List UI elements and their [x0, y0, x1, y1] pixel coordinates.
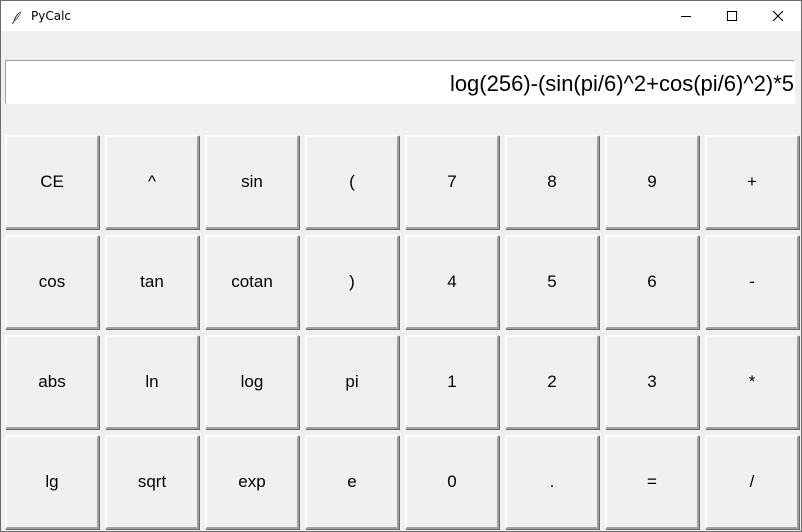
key-cos-button[interactable]: cos	[5, 235, 99, 329]
key-9-button[interactable]: 9	[605, 135, 699, 229]
key-abs-button[interactable]: abs	[5, 335, 99, 429]
key-8-button[interactable]: 8	[505, 135, 599, 229]
key-decimal-point-button[interactable]: .	[505, 435, 599, 529]
key-2-button[interactable]: 2	[505, 335, 599, 429]
expression-text: log(256)-(sin(pi/6)^2+cos(pi/6)^2)*5	[449, 71, 794, 96]
keypad: CE ^ sin(7 8 9 + cos tan cotan) 4 5 6- abs ln log pi 1 2 3…	[5, 135, 801, 531]
maximize-button[interactable]	[709, 1, 755, 31]
key-e-button[interactable]: e	[305, 435, 399, 529]
key-clear-entry-button[interactable]: CE	[5, 135, 99, 229]
key-3-button[interactable]: 3	[605, 335, 699, 429]
key-sqrt-button[interactable]: sqrt	[105, 435, 199, 529]
window-title: PyCalc	[31, 9, 72, 23]
key-pi-button[interactable]: pi	[305, 335, 399, 429]
key-4-button[interactable]: 4	[405, 235, 499, 329]
key-sin-button[interactable]: sin	[205, 135, 299, 229]
key-tan-button[interactable]: tan	[105, 235, 199, 329]
key-open-paren-button[interactable]: (	[305, 135, 399, 229]
key-power-button[interactable]: ^	[105, 135, 199, 229]
key-minus-button[interactable]: -	[705, 235, 799, 329]
expression-display[interactable]: log(256)-(sin(pi/6)^2+cos(pi/6)^2)*5	[5, 60, 795, 104]
key-divide-button[interactable]: /	[705, 435, 799, 529]
key-log-button[interactable]: log	[205, 335, 299, 429]
title-bar[interactable]: PyCalc	[1, 1, 801, 31]
key-cotan-button[interactable]: cotan	[205, 235, 299, 329]
key-1-button[interactable]: 1	[405, 335, 499, 429]
calculator-window: PyCalc log(256)-(sin(pi/6)^2+cos(pi/6)^2…	[0, 0, 802, 532]
key-equals-button[interactable]: =	[605, 435, 699, 529]
close-button[interactable]	[755, 1, 801, 31]
key-0-button[interactable]: 0	[405, 435, 499, 529]
key-plus-button[interactable]: +	[705, 135, 799, 229]
minimize-button[interactable]	[663, 1, 709, 31]
key-ln-button[interactable]: ln	[105, 335, 199, 429]
key-exp-button[interactable]: exp	[205, 435, 299, 529]
key-close-paren-button[interactable]: )	[305, 235, 399, 329]
key-7-button[interactable]: 7	[405, 135, 499, 229]
key-multiply-button[interactable]: *	[705, 335, 799, 429]
key-6-button[interactable]: 6	[605, 235, 699, 329]
key-lg-button[interactable]: lg	[5, 435, 99, 529]
feather-icon	[10, 9, 24, 25]
key-5-button[interactable]: 5	[505, 235, 599, 329]
